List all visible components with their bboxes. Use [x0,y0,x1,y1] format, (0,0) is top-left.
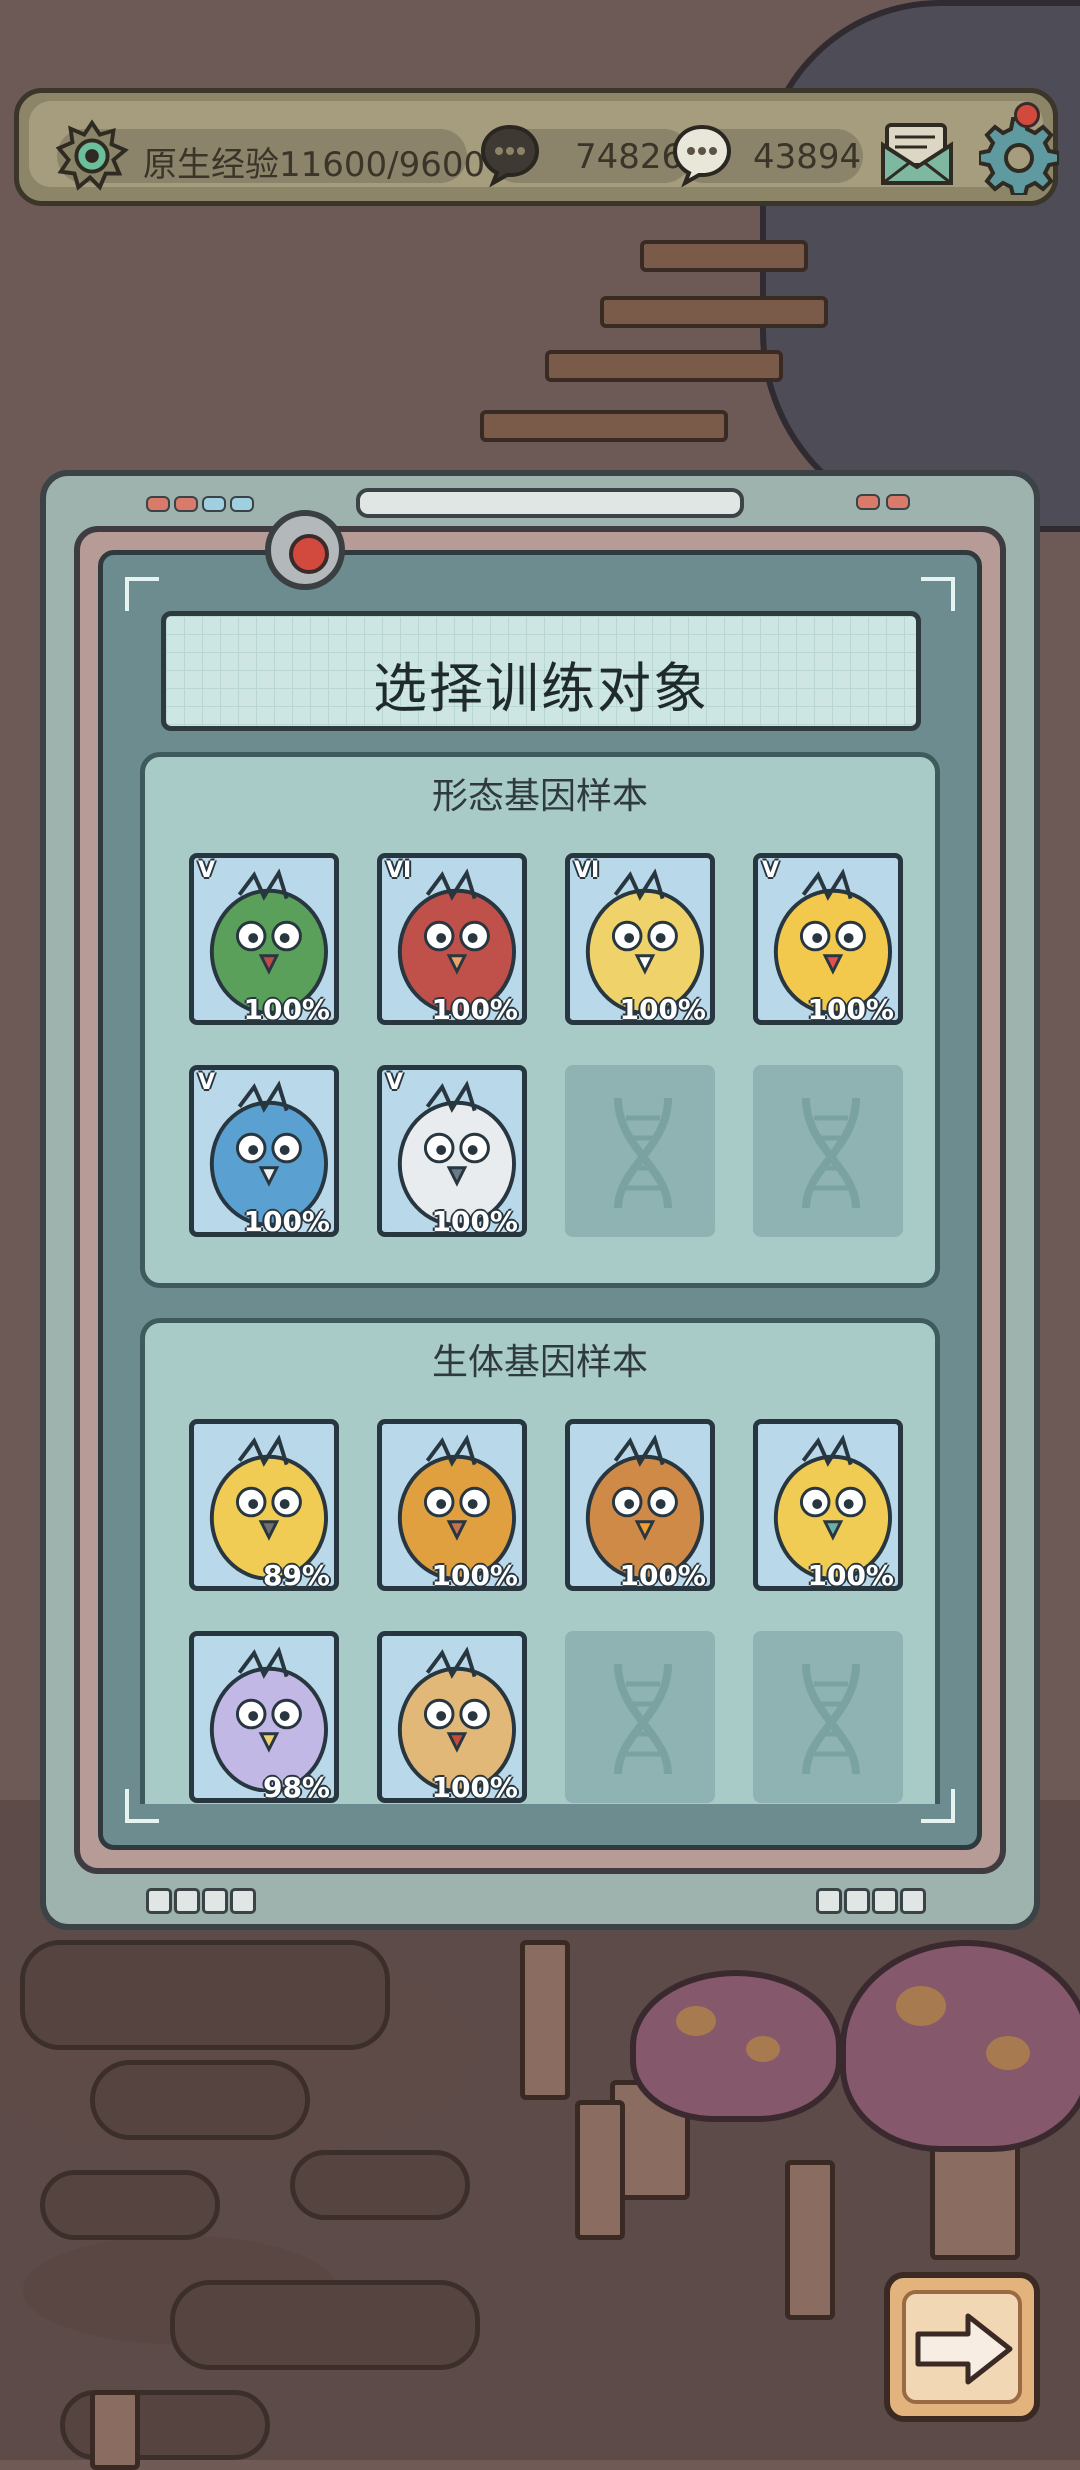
currency-pill-1: 74826 [480,124,691,187]
card-percent-label: 100% [619,993,706,1026]
blue-fish-bird-portrait [200,1076,328,1226]
settings-notification-dot [1014,102,1040,128]
mail-icon[interactable] [879,121,955,187]
background-stone [40,2170,220,2240]
card-grade-label: V [198,858,216,883]
top-status-bar-inner: 原生经验11600/9600 74826 43894 [29,101,1059,195]
background-stone [170,2280,480,2370]
empty-card-slot [753,1631,903,1803]
empty-card-slot [753,1065,903,1237]
empty-card-slot [565,1065,715,1237]
white-dragon-bird-portrait [388,1076,516,1226]
card-percent-label: 100% [431,993,518,1026]
tan-third-eye-bird-portrait [388,1642,516,1792]
background-plank [480,410,728,442]
light-speech-bubble-icon [672,124,732,187]
background-stone [290,2150,470,2220]
panel-title-box: 选择训练对象 [161,611,921,731]
dna-icon [614,1097,672,1209]
panel-indicator-lights-right [856,494,926,510]
card-grade-label: V [386,1070,404,1095]
card-percent-label: 100% [243,993,330,1026]
card-percent-label: 89% [262,1559,330,1592]
card-grade-label: V [762,858,780,883]
yellow-chick-portrait [764,864,892,1014]
top-status-bar: 原生经验11600/9600 74826 43894 [14,88,1059,206]
gene-sample-card[interactable]: V 100% [377,1065,527,1238]
card-grade-label: V [198,1070,216,1095]
gene-sample-card[interactable]: VI 100% [565,853,715,1026]
settings-gear-icon[interactable] [979,115,1059,195]
next-arrow-button[interactable] [884,2272,1040,2422]
card-percent-label: 98% [262,1771,330,1804]
card-percent-label: 100% [807,1559,894,1592]
section-title: 形态基因样本 [431,776,648,817]
background-stone [20,1940,390,2050]
smoke-horn-chick-portrait [200,1430,328,1580]
gene-sample-card[interactable]: 100% [377,1419,527,1592]
mushroom-cap [840,1940,1080,2152]
background-plank [545,350,783,382]
empty-card-slot [565,1631,715,1803]
gene-sample-card[interactable]: 100% [565,1419,715,1592]
fence-post [90,2390,140,2470]
gene-sample-card[interactable]: V 100% [189,853,339,1026]
fence-post [785,2160,835,2320]
lavender-bird-portrait [200,1642,328,1792]
card-percent-label: 100% [431,1559,518,1592]
green-zombie-bird-portrait [200,864,328,1014]
dna-icon [802,1097,860,1209]
card-percent-label: 100% [431,1205,518,1238]
section-title: 生体基因样本 [431,1342,648,1383]
dna-icon [614,1663,672,1775]
gene-sample-card[interactable]: 89% [189,1419,339,1592]
card-grade-label: VI [574,858,600,883]
yellow-crested-bird-portrait [576,864,704,1014]
fence-post [575,2100,625,2240]
teal-sleepy-bird-portrait [764,1430,892,1580]
currency-2-value: 43894 [753,137,862,177]
morph-gene-section: 形态基因样本 V 100% VI 100% VI 100% V 100% V 100% V 100% [140,752,940,1288]
fence-post [520,1940,570,2100]
card-percent-label: 100% [243,1205,330,1238]
gene-sample-card[interactable]: VI 100% [377,853,527,1026]
background-stone [90,2060,310,2140]
experience-text: 原生经验11600/9600 [143,145,486,185]
orange-tentacle-bird-portrait [388,1430,516,1580]
panel-top-slot [356,488,744,518]
panel-title: 选择训练对象 [373,657,709,720]
background-tree-trunk [760,0,1080,532]
orange-eyed-bird-portrait [576,1430,704,1580]
gene-sample-card[interactable]: V 100% [189,1065,339,1238]
gene-sample-card[interactable]: V 100% [753,853,903,1026]
currency-pill-2: 43894 [672,124,863,187]
gene-sample-card[interactable]: 100% [377,1631,527,1804]
red-bird-portrait [388,864,516,1014]
gene-sample-card[interactable]: 98% [189,1631,339,1804]
gene-experience-icon [55,119,129,191]
panel-bottom-bumps-right [816,1888,926,1914]
dna-icon [802,1663,860,1775]
bio-gene-section: 生体基因样本 89% 100% 100% 100% 98% 100% [140,1318,940,1804]
currency-1-value: 74826 [575,137,684,177]
card-percent-label: 100% [619,1559,706,1592]
background-plank [600,296,828,328]
panel-bulb-light [265,510,345,590]
gene-sample-card[interactable]: 100% [753,1419,903,1592]
card-percent-label: 100% [807,993,894,1026]
dark-speech-bubble-icon [480,124,540,187]
experience-pill: 原生经验11600/9600 [55,119,485,191]
mushroom-cap [630,1970,842,2122]
background-plank [640,240,808,272]
right-arrow-icon [915,2313,1013,2385]
panel-bottom-bumps-left [146,1888,256,1914]
panel-indicator-lights [146,496,266,512]
card-grade-label: VI [386,858,412,883]
card-percent-label: 100% [431,1771,518,1804]
